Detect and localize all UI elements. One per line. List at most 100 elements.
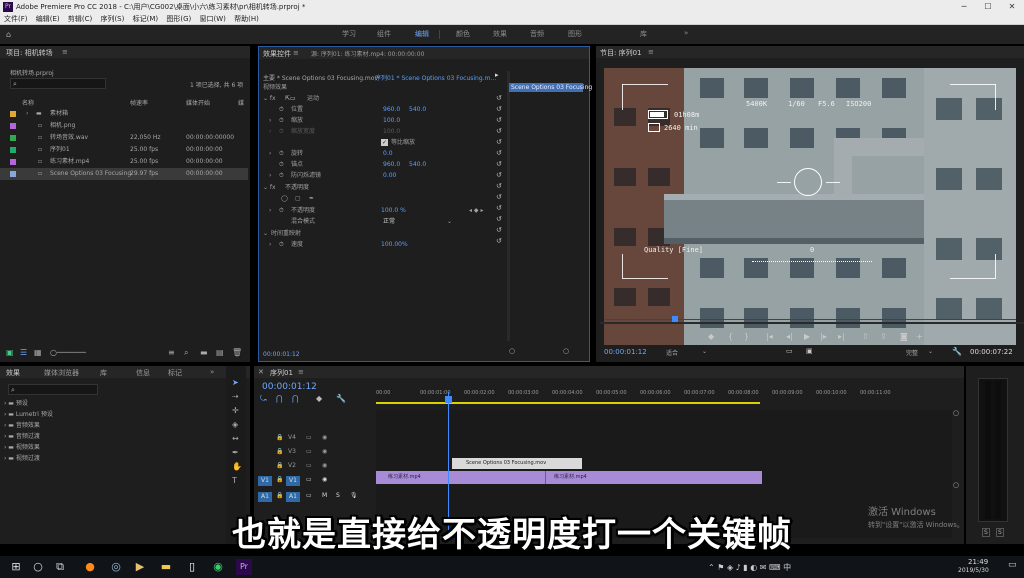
blend-mode-select[interactable]: 正常 xyxy=(383,216,453,227)
workspace-learn[interactable]: 学习 xyxy=(342,29,356,39)
menu-edit[interactable]: 编辑(E) xyxy=(36,14,60,24)
play-button[interactable]: ▶ xyxy=(804,332,810,341)
sort-icon[interactable]: ≡ xyxy=(168,348,175,358)
effect-tab-menu[interactable]: ≡ xyxy=(293,49,299,57)
razor-tool-icon[interactable]: ◈ xyxy=(232,420,238,430)
mark-out-icon[interactable]: } xyxy=(744,332,749,341)
chevron-right-icon[interactable]: › xyxy=(269,148,271,159)
scroll-handle-icon[interactable]: ○ xyxy=(509,346,515,356)
fit-select[interactable]: 适合 xyxy=(666,348,678,357)
eye-icon[interactable]: ◉ xyxy=(322,448,327,455)
mute-icon[interactable]: M xyxy=(322,492,327,499)
lock-icon[interactable]: 🔒 xyxy=(276,434,283,441)
column-more[interactable]: 媒 xyxy=(238,98,244,107)
selection-tool-icon[interactable]: ➤ xyxy=(232,378,239,388)
notepad-icon[interactable]: ▯ xyxy=(184,559,200,575)
workspace-assembly[interactable]: 组件 xyxy=(377,29,391,39)
menu-sequence[interactable]: 序列(S) xyxy=(100,14,124,24)
home-icon[interactable]: ⌂ xyxy=(6,30,11,40)
stopwatch-icon[interactable]: ⏱ xyxy=(279,159,284,170)
add-marker-icon[interactable]: ◆ xyxy=(708,332,714,341)
ec-timecode[interactable]: 00:00:01:12 xyxy=(263,351,300,358)
reset-icon[interactable]: ↺ xyxy=(496,137,506,148)
step-back-icon[interactable]: ◂| xyxy=(786,332,793,341)
source-patch-v1[interactable]: V1 xyxy=(258,476,272,486)
lift-icon[interactable]: ⇧ xyxy=(862,332,869,341)
lock-icon[interactable]: ▣ xyxy=(6,348,14,358)
track-target-a1[interactable]: A1 xyxy=(286,492,300,502)
go-to-in-icon[interactable]: |◂ xyxy=(766,332,773,341)
safe-margins-icon[interactable]: ▭ xyxy=(786,347,793,355)
column-media-start[interactable]: 媒体开始 xyxy=(186,98,210,107)
reset-icon[interactable]: ↺ xyxy=(496,159,506,170)
premiere-taskbar-icon[interactable]: Pr xyxy=(236,559,252,575)
reset-icon[interactable]: ↺ xyxy=(496,126,506,137)
timeline-clip-v1-a[interactable]: 练习素材.mp4 xyxy=(376,471,546,484)
menu-graphics[interactable]: 图形(G) xyxy=(166,14,191,24)
menu-clip[interactable]: 剪辑(C) xyxy=(68,14,92,24)
new-item-icon[interactable]: ▤ xyxy=(216,348,224,358)
chevron-down-icon[interactable]: ⌄ fx xyxy=(263,95,276,102)
timeline-clip-v1-b[interactable]: 练习素材.mp4 xyxy=(546,471,762,484)
source-patch-a1[interactable]: A1 xyxy=(258,492,272,502)
workspace-effects[interactable]: 效果 xyxy=(493,29,507,39)
add-marker-icon[interactable]: ◆ xyxy=(316,394,322,403)
pen-mask-icon[interactable]: ✒ xyxy=(309,193,314,204)
insert-sequence-icon[interactable]: ⤿ xyxy=(260,394,267,404)
rectangle-mask-icon[interactable]: ▢ xyxy=(295,193,301,204)
tab-media-browser[interactable]: 媒体浏览器 xyxy=(44,368,79,378)
menu-window[interactable]: 窗口(W) xyxy=(199,14,225,24)
export-frame-icon[interactable]: ◙ xyxy=(900,332,908,341)
workspace-graphics[interactable]: 图形 xyxy=(568,29,582,39)
zoom-slider[interactable]: ○────── xyxy=(50,348,86,358)
opacity-value[interactable]: 100.0 % xyxy=(381,205,406,216)
reset-icon[interactable]: ↺ xyxy=(496,148,506,159)
project-item[interactable]: ▫ 相机.png xyxy=(0,120,248,132)
chevron-down-icon[interactable]: ⌄ xyxy=(447,216,452,227)
track-target-v1[interactable]: V1 xyxy=(286,476,300,486)
tab-info[interactable]: 信息 xyxy=(136,368,150,378)
chevron-down-icon[interactable]: ⌄ fx xyxy=(263,184,276,191)
time-remap-effect[interactable]: ⌄ 时间重映射 xyxy=(263,228,503,239)
list-view-icon[interactable]: ☰ xyxy=(20,348,27,358)
stopwatch-icon[interactable]: ⏱ xyxy=(279,104,284,115)
position-x-value[interactable]: 960.0 xyxy=(383,104,400,115)
program-video-frame[interactable]: 5400K 1/60 F5.6 ISO200 01h08m 2640 min Q… xyxy=(604,68,1016,345)
tray-icons[interactable]: ⌃ ⚑ ◈ ♪ ▮ ◐ ✉ ⌨ 中 xyxy=(708,562,791,573)
program-zoom-bar[interactable] xyxy=(600,322,1024,324)
rotation-value[interactable]: 0.0 xyxy=(383,148,393,159)
reset-icon[interactable]: ↺ xyxy=(496,214,506,225)
chevron-right-icon[interactable]: › xyxy=(269,205,271,216)
network-app-icon[interactable]: ◎ xyxy=(108,559,124,575)
scroll-handle-icon[interactable]: ○ xyxy=(953,480,959,490)
linked-selection-icon[interactable]: ⋂ xyxy=(292,394,299,403)
flicker-value[interactable]: 0.00 xyxy=(383,170,396,181)
menu-file[interactable]: 文件(F) xyxy=(4,14,28,24)
tab-project[interactable]: 项目: 相机转场 xyxy=(6,48,53,58)
stopwatch-icon[interactable]: ⏱ xyxy=(279,115,284,126)
project-item[interactable]: ▫ 转场音效.wav 22,050 Hz 00:00:00:00000 xyxy=(0,132,248,144)
type-tool-icon[interactable]: T xyxy=(232,476,237,486)
effects-folder-item[interactable]: › ▬ 视频过渡 xyxy=(4,453,204,464)
chevron-right-icon[interactable]: › xyxy=(269,170,271,181)
ellipse-mask-icon[interactable]: ◯ xyxy=(281,193,288,204)
extract-icon[interactable]: ⇪ xyxy=(880,332,887,341)
go-to-out-icon[interactable]: ▸| xyxy=(838,332,845,341)
eye-icon[interactable]: ◉ xyxy=(322,462,327,469)
effects-folder-item[interactable]: › ▬ Lumetri 预设 xyxy=(4,409,204,420)
project-tab-menu[interactable]: ≡ xyxy=(62,48,68,56)
close-button[interactable]: ✕ xyxy=(1000,0,1024,14)
workspace-more[interactable]: » xyxy=(684,29,688,37)
sync-icon[interactable]: ▭ xyxy=(306,492,312,499)
icon-view-icon[interactable]: ▦ xyxy=(34,348,42,358)
position-y-value[interactable]: 540.0 xyxy=(409,104,426,115)
stopwatch-icon[interactable]: ⏱ xyxy=(279,148,284,159)
project-item[interactable]: › ▬ 素材箱 xyxy=(0,108,248,120)
reset-icon[interactable]: ↺ xyxy=(496,203,506,214)
snap-icon[interactable]: ⋂ xyxy=(276,394,283,403)
chevron-right-icon[interactable]: › xyxy=(26,108,28,120)
stopwatch-icon[interactable]: ⏱ xyxy=(279,239,284,250)
anchor-x-value[interactable]: 960.0 xyxy=(383,159,400,170)
master-clip-label[interactable]: 主要 * Scene Options 03 Focusing.mov xyxy=(263,73,378,82)
stopwatch-icon[interactable]: ⏱ xyxy=(279,170,284,181)
